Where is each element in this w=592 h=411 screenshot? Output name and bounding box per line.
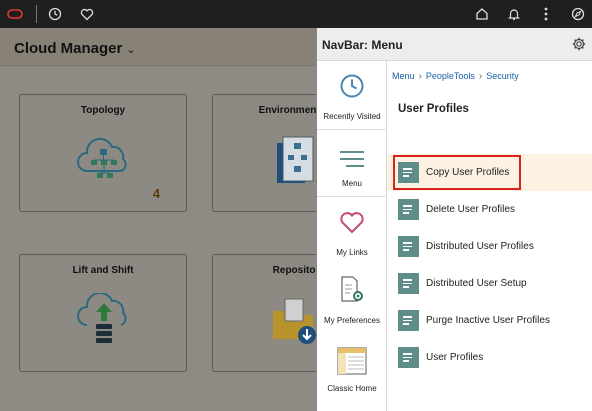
chevron-right-icon: › (418, 71, 422, 82)
menu-item-distributed-user-profiles[interactable]: Distributed User Profiles (387, 228, 592, 265)
tile-count: 4 (152, 186, 160, 201)
menu-item-distributed-user-setup[interactable]: Distributed User Setup (387, 265, 592, 302)
component-icon (398, 347, 419, 368)
tile-title: Lift and Shift (72, 265, 134, 276)
tile-topology[interactable]: Topology 4 (19, 94, 187, 212)
component-icon (398, 199, 419, 220)
sidebar-item-label: Menu (341, 179, 362, 188)
sidebar-item-label: Classic Home (327, 384, 377, 393)
section-title: User Profiles (398, 103, 469, 115)
sidebar-item-label: My Preferences (323, 316, 381, 325)
history-icon[interactable] (46, 5, 64, 23)
tile-lift-and-shift[interactable]: Lift and Shift (19, 254, 187, 372)
tile-title: Topology (80, 105, 126, 116)
template-document-icon (277, 136, 314, 183)
hamburger-menu-icon (340, 151, 364, 167)
clock-icon (340, 74, 364, 98)
navbar-menu-content: Menu › PeopleTools › Security User Profiles … (387, 61, 592, 411)
folder-download-icon (273, 298, 316, 344)
sidebar-item-recently-visited[interactable]: Recently Visited (317, 61, 387, 129)
gear-icon[interactable] (572, 37, 586, 51)
chevron-right-icon: › (478, 71, 483, 82)
heart-icon (340, 212, 364, 234)
menu-item-copy-user-profiles[interactable]: Copy User Profiles (387, 154, 592, 191)
sidebar-item-label: My Links (336, 248, 368, 257)
sidebar-item-my-links[interactable]: My Links (317, 197, 387, 265)
menu-item-label: Distributed User Setup (426, 278, 527, 289)
component-icon (398, 236, 419, 257)
breadcrumb: Menu › PeopleTools › Security (392, 71, 519, 82)
favorites-heart-icon[interactable] (78, 5, 96, 23)
breadcrumb-menu[interactable]: Menu (392, 71, 415, 81)
home-icon[interactable] (473, 5, 491, 23)
navbar-sidebar: Recently Visited Menu My Links My Prefer… (317, 61, 388, 411)
menu-item-label: Purge Inactive User Profiles (426, 315, 550, 326)
cloud-network-icon (77, 137, 127, 178)
topbar-divider (36, 5, 37, 23)
homepage-title[interactable]: Cloud Manager ⌄ (14, 40, 136, 57)
sidebar-item-classic-home[interactable]: Classic Home (317, 333, 387, 401)
highlight-box (393, 155, 521, 190)
preferences-gear-icon (341, 276, 363, 302)
navbar-compass-icon[interactable] (569, 5, 587, 23)
top-bar (0, 0, 592, 28)
sidebar-item-label: Recently Visited (323, 112, 381, 121)
breadcrumb-security[interactable]: Security (486, 71, 519, 81)
component-icon (398, 310, 419, 331)
menu-item-delete-user-profiles[interactable]: Delete User Profiles (387, 191, 592, 228)
navbar-panel: NavBar: Menu Recently Visited Menu My Li… (316, 28, 592, 411)
notification-bell-icon[interactable] (505, 5, 523, 23)
breadcrumb-peopletools[interactable]: PeopleTools (426, 71, 475, 81)
cloud-upload-icon (77, 293, 127, 343)
chevron-down-icon: ⌄ (126, 44, 136, 56)
navbar-header: NavBar: Menu (317, 28, 592, 61)
homepage-header: Cloud Manager ⌄ (0, 28, 316, 66)
component-icon (398, 273, 419, 294)
oracle-logo-icon[interactable] (6, 5, 24, 23)
actions-menu-icon[interactable] (537, 5, 555, 23)
menu-item-label: User Profiles (426, 352, 484, 363)
menu-item-label: Delete User Profiles (426, 204, 515, 215)
dimmed-homepage: Cloud Manager ⌄ Topology 4 Environment Te… (0, 28, 380, 411)
classic-home-icon (337, 347, 367, 375)
sidebar-item-my-preferences[interactable]: My Preferences (317, 265, 387, 333)
menu-item-purge-inactive-user-profiles[interactable]: Purge Inactive User Profiles (387, 302, 592, 339)
menu-item-label: Distributed User Profiles (426, 241, 534, 252)
navbar-title: NavBar: Menu (322, 38, 403, 52)
sidebar-item-menu[interactable]: Menu (317, 129, 388, 197)
menu-item-user-profiles[interactable]: User Profiles (387, 339, 592, 376)
